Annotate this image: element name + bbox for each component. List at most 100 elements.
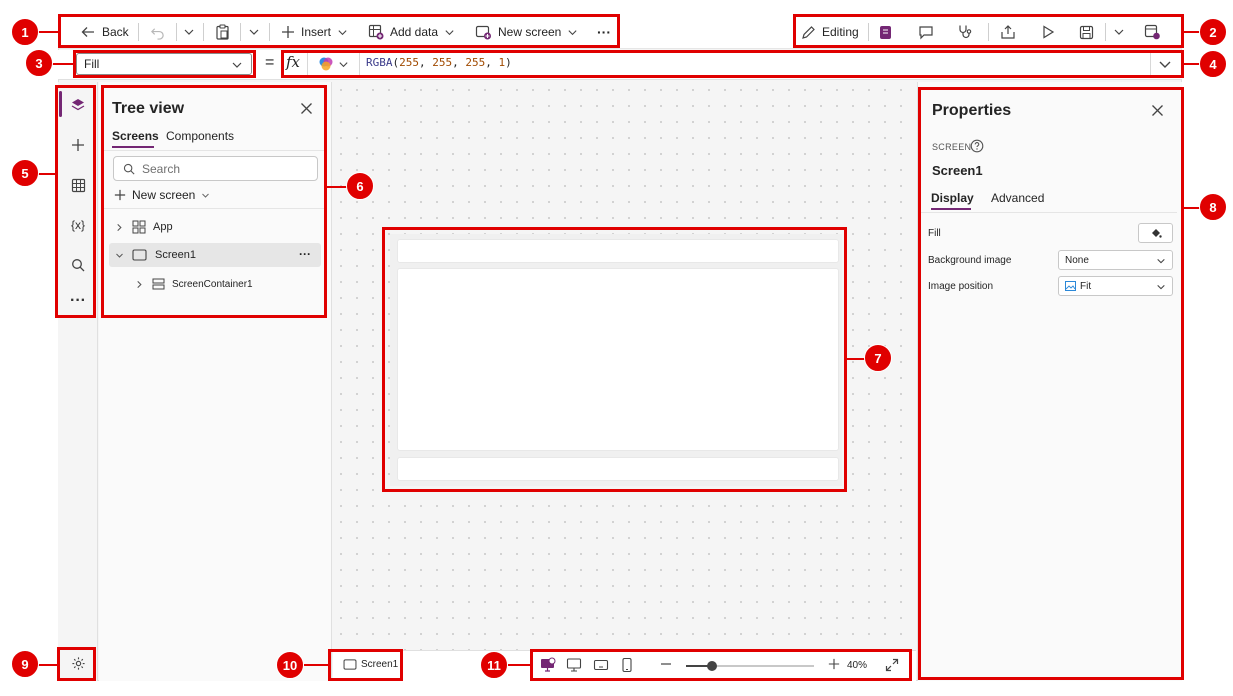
- desktop-icon: [566, 658, 582, 672]
- tree-item-more-button[interactable]: ···: [299, 247, 311, 261]
- phone-view-button[interactable]: [620, 657, 634, 676]
- formula-input[interactable]: RGBA(255, 255, 255, 1): [366, 56, 512, 69]
- undo-icon: [151, 27, 164, 40]
- expand-formula-button[interactable]: [1158, 57, 1172, 74]
- insert-button[interactable]: Insert: [281, 15, 348, 49]
- table-icon: [71, 178, 85, 192]
- fit-to-window-button[interactable]: [885, 658, 899, 675]
- insert-label: Insert: [301, 25, 332, 39]
- header-container[interactable]: [397, 239, 839, 263]
- zoom-slider-thumb[interactable]: [707, 661, 717, 671]
- tab-screens[interactable]: Screens: [112, 129, 159, 143]
- share-icon: [1001, 25, 1015, 39]
- more-rail-button[interactable]: ···: [63, 286, 93, 316]
- more-commands-button[interactable]: ···: [597, 15, 611, 49]
- help-button[interactable]: [970, 139, 984, 156]
- new-screen-label: New screen: [498, 25, 562, 39]
- expand-icon: [885, 658, 899, 672]
- undo-menu-button[interactable]: [183, 15, 195, 49]
- search-rail-button[interactable]: [63, 250, 93, 280]
- paste-menu-button[interactable]: [248, 15, 260, 49]
- annotation-badge: 11: [480, 651, 508, 679]
- footer-container[interactable]: [397, 457, 839, 481]
- formula-divider: [1150, 52, 1151, 78]
- comments-button[interactable]: [918, 15, 934, 49]
- play-icon: [1043, 25, 1055, 39]
- tab-components[interactable]: Components: [166, 129, 234, 143]
- zoom-slider-track[interactable]: [686, 661, 814, 671]
- variables-rail-button[interactable]: {x}: [63, 210, 93, 240]
- properties-section-label: SCREEN: [932, 142, 972, 152]
- preview-button[interactable]: [1041, 15, 1055, 49]
- plus-icon: [72, 139, 84, 151]
- annotation-line: [38, 173, 55, 175]
- more-label: ···: [597, 24, 611, 40]
- desktop-view-button[interactable]: [566, 657, 582, 676]
- tree-item-app[interactable]: App: [110, 216, 320, 238]
- container-icon: [152, 278, 165, 290]
- help-icon: [970, 139, 984, 153]
- property-value: Fill: [84, 57, 100, 71]
- chevron-down-icon: [568, 29, 577, 35]
- tree-item-screen1[interactable]: Screen1 ···: [109, 243, 321, 267]
- insert-rail-button[interactable]: [63, 130, 93, 160]
- save-button[interactable]: [1079, 15, 1094, 49]
- tree-search-box[interactable]: Search: [113, 156, 318, 181]
- tab-active-indicator: [931, 208, 971, 210]
- share-button[interactable]: [1000, 15, 1016, 49]
- editing-mode-button[interactable]: Editing: [801, 15, 859, 49]
- data-rail-button[interactable]: [63, 170, 93, 200]
- tree-view-button[interactable]: [63, 90, 93, 120]
- monitor-check-icon: [541, 657, 556, 672]
- back-button[interactable]: Back: [80, 15, 129, 49]
- chevron-down-icon: [339, 61, 348, 67]
- formula-divider: [359, 53, 360, 77]
- add-data-label: Add data: [390, 25, 439, 39]
- settings-button[interactable]: [63, 648, 93, 678]
- zoom-in-button[interactable]: [828, 658, 840, 673]
- gear-icon: [71, 656, 85, 670]
- formula-arg: 1: [498, 56, 506, 69]
- tab-advanced[interactable]: Advanced: [991, 191, 1044, 205]
- equals-sign: =: [265, 54, 275, 71]
- publish-icon: [1144, 24, 1160, 40]
- notebook-icon: [880, 25, 891, 39]
- tablet-view-button[interactable]: [593, 657, 609, 676]
- annotation-badge: 10: [276, 651, 304, 679]
- formula-function: RGBA: [366, 56, 393, 69]
- app-checker-status-button[interactable]: [540, 657, 556, 676]
- health-monitor-button[interactable]: [957, 15, 973, 49]
- add-data-button[interactable]: Add data: [368, 15, 455, 49]
- screen-icon: [132, 249, 147, 261]
- image-position-dropdown[interactable]: Fit: [1058, 276, 1173, 296]
- paste-button[interactable]: [215, 15, 230, 49]
- zoom-out-button[interactable]: [660, 658, 672, 673]
- tree-item-screencontainer1[interactable]: ScreenContainer1: [130, 273, 320, 295]
- close-tree-view-button[interactable]: [300, 102, 313, 118]
- fill-color-button[interactable]: [1138, 223, 1173, 243]
- screen-selector[interactable]: Screen1: [343, 659, 398, 670]
- plus-icon: [282, 26, 294, 38]
- app-checker-button[interactable]: [878, 15, 893, 49]
- close-properties-button[interactable]: [1151, 104, 1164, 120]
- tree-new-screen-button[interactable]: New screen: [114, 188, 210, 202]
- property-dropdown[interactable]: Fill: [76, 53, 252, 75]
- search-icon: [72, 259, 85, 272]
- copilot-button[interactable]: [318, 56, 349, 72]
- annotation-line: [1184, 63, 1200, 65]
- background-image-dropdown[interactable]: None: [1058, 250, 1173, 270]
- new-screen-button[interactable]: New screen: [475, 15, 578, 49]
- undo-button[interactable]: [150, 15, 165, 49]
- toolbar-divider: [176, 23, 177, 41]
- tree-item-label: Screen1: [155, 249, 196, 261]
- save-menu-button[interactable]: [1113, 15, 1125, 49]
- tree-item-label: App: [153, 221, 173, 233]
- annotation-line: [304, 664, 328, 666]
- publish-button[interactable]: [1144, 15, 1161, 49]
- plus-icon: [828, 658, 840, 670]
- main-container[interactable]: [397, 268, 839, 451]
- tab-display[interactable]: Display: [931, 191, 974, 205]
- screen-icon: [343, 659, 357, 670]
- annotation-badge: 3: [25, 49, 53, 77]
- back-label: Back: [102, 25, 129, 39]
